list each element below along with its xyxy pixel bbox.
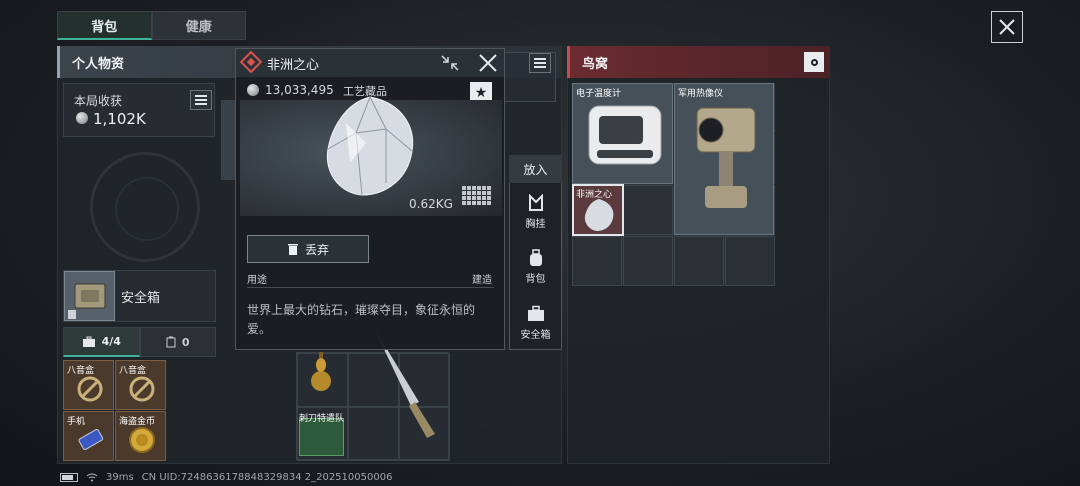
case-item[interactable]: 八音盒 (63, 360, 114, 410)
thermal-imager-icon (696, 107, 756, 208)
backpack-icon (529, 249, 542, 266)
phone-icon (78, 429, 104, 450)
briefcase-icon (527, 305, 544, 321)
side-column (221, 100, 235, 180)
location-button[interactable] (804, 52, 824, 72)
put-in-safe-box[interactable]: 安全箱 (509, 305, 562, 341)
tab-health-label: 健康 (185, 20, 212, 35)
emblem-watermark (90, 152, 200, 262)
divider (247, 287, 494, 288)
container-subtabs: 4/4 0 (63, 327, 216, 357)
thermal-imager-item[interactable]: 军用热像仪 (674, 83, 774, 235)
put-in-label: 背包 (525, 274, 546, 285)
use-label: 用途 (247, 275, 267, 286)
subtab-other[interactable]: 0 (139, 327, 216, 357)
discard-label: 丢弃 (304, 242, 329, 257)
gourd-icon[interactable] (308, 350, 334, 392)
safe-box-label: 安全箱 (121, 291, 161, 306)
wifi-icon (86, 473, 98, 482)
diamond-gem-icon (584, 199, 614, 231)
thermometer-item[interactable]: 电子温度计 (572, 83, 673, 184)
bird-nest-header: 鸟窝 (567, 46, 830, 78)
put-in-backpack[interactable]: 背包 (509, 249, 562, 285)
music-box-icon (129, 376, 155, 402)
clipboard-icon (166, 336, 176, 348)
put-in-chest-rig[interactable]: 胸挂 (509, 194, 562, 230)
subtab-other-count: 0 (181, 335, 190, 349)
size-grid-icon (462, 186, 494, 208)
put-in-label: 胸挂 (525, 219, 546, 230)
harvest-label: 本局收获 (74, 94, 123, 108)
briefcase-icon (82, 336, 95, 347)
discard-button[interactable]: 丢弃 (247, 235, 369, 263)
item-label: 刺刀特遣队 (299, 414, 345, 424)
tab-health[interactable]: 健康 (151, 11, 246, 40)
tab-backpack-label: 背包 (91, 19, 118, 35)
thermometer-icon (588, 105, 662, 165)
sort-list-button[interactable] (529, 53, 551, 73)
subtab-case[interactable]: 4/4 (63, 327, 140, 357)
item-weight: 0.62KG (409, 197, 453, 211)
collapse-icon[interactable] (440, 54, 460, 72)
gold-coin-icon (129, 427, 155, 453)
harvest-value: 1,102K (93, 110, 146, 128)
panel-title: 个人物资 (72, 57, 125, 72)
diamond-gem-icon (326, 95, 414, 196)
case-item[interactable]: 手机 (63, 411, 114, 461)
location-pin-icon (810, 58, 818, 66)
popup-title: 非洲之心 (267, 58, 320, 73)
subtab-case-count: 4/4 (101, 335, 121, 348)
panel-title: 鸟窝 (582, 57, 609, 72)
top-tabs: 背包 健康 (57, 11, 246, 40)
battery-icon (60, 473, 78, 482)
close-button[interactable] (991, 11, 1023, 43)
tab-backpack[interactable]: 背包 (57, 11, 152, 40)
heart-of-africa-item[interactable]: 非洲之心 (572, 184, 624, 236)
ping-value: 39ms (106, 472, 134, 483)
close-icon[interactable] (478, 54, 498, 72)
coin-icon (76, 112, 88, 124)
case-item[interactable]: 八音盒 (115, 360, 166, 410)
item-label: 军用热像仪 (678, 89, 724, 99)
safe-box-icon (64, 271, 115, 321)
status-bar: 39ms CN UID:7248636178848329834 2_202510… (60, 472, 392, 483)
star-icon: ★ (474, 85, 488, 101)
case-item[interactable]: 海盗金币 (115, 411, 166, 461)
close-icon (999, 19, 1015, 35)
uid-text: CN UID:7248636178848329834 2_20251005000… (141, 472, 393, 483)
trash-icon (287, 243, 298, 255)
harvest-list-button[interactable] (190, 90, 212, 110)
case-grid: 八音盒 八音盒 手机 海盗金币 (63, 360, 166, 462)
coin-icon (247, 84, 259, 96)
chest-rig-icon (528, 194, 543, 211)
build-label: 建造 (472, 275, 492, 286)
item-label: 电子温度计 (576, 89, 622, 99)
item-description: 世界上最大的钻石，璀璨夺目，象征永恒的爱。 (247, 303, 476, 336)
put-in-title: 放入 (509, 155, 562, 183)
put-in-label: 安全箱 (520, 330, 551, 341)
music-box-icon (77, 376, 103, 402)
